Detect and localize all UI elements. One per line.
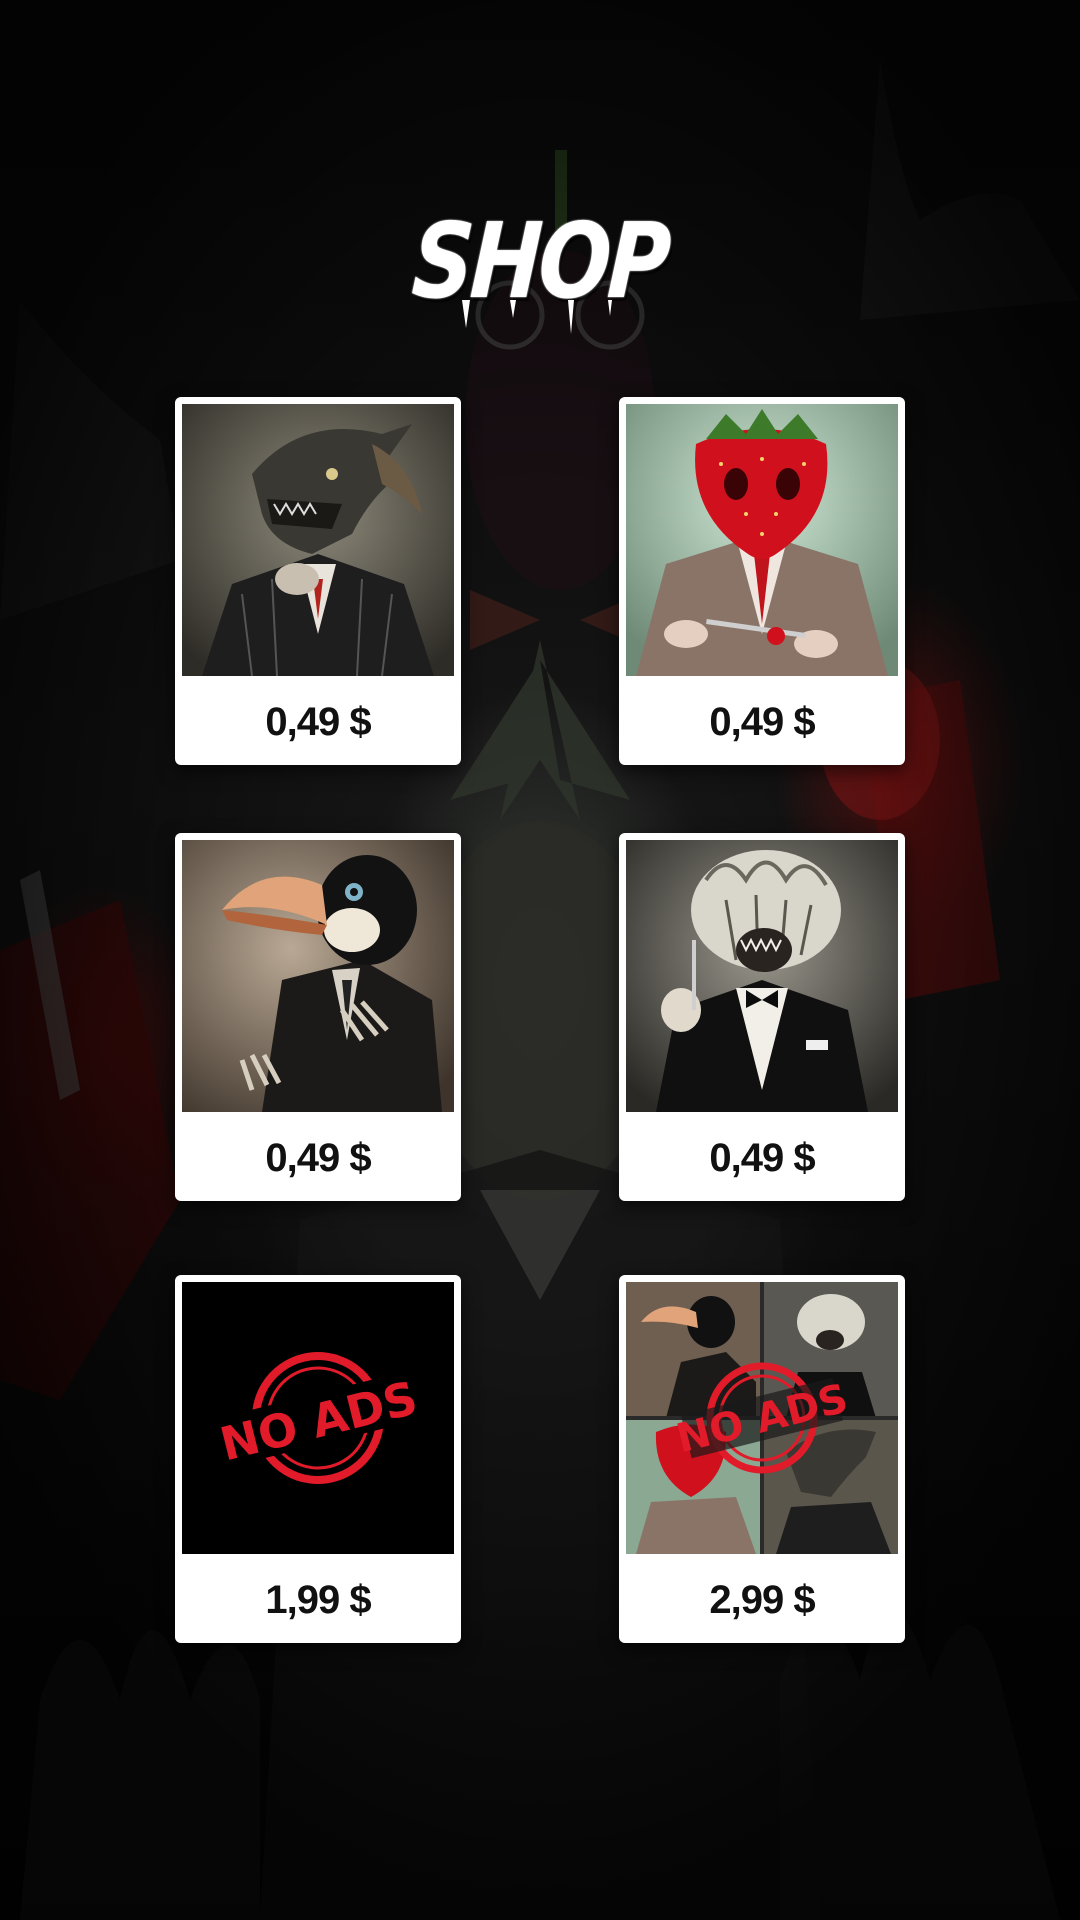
shop-item-toucan[interactable]: 0,49 $ — [175, 833, 461, 1201]
toucan-suit-portrait-image — [182, 840, 454, 1112]
shop-item-dragon[interactable]: 0,49 $ — [175, 397, 461, 765]
dragon-suit-portrait-image — [182, 404, 454, 676]
shop-item-strawberry[interactable]: 0,49 $ — [619, 397, 905, 765]
shop-item-bundle[interactable]: NO ADS 2,99 $ — [619, 1275, 905, 1643]
price-label: 0,49 $ — [265, 1136, 371, 1180]
shop-item-no-ads[interactable]: NO ADS 1,99 $ — [175, 1275, 461, 1643]
price-label: 0,49 $ — [709, 1136, 815, 1180]
strawberry-suit-portrait-image — [626, 404, 898, 676]
bundle-collage-image: NO ADS — [626, 1282, 898, 1554]
price-label: 0,49 $ — [709, 700, 815, 744]
shop-item-cabbage[interactable]: 0,49 $ — [619, 833, 905, 1201]
title-drip-decoration — [462, 300, 612, 334]
price-label: 1,99 $ — [265, 1578, 371, 1622]
price-label: 0,49 $ — [265, 700, 371, 744]
no-ads-stamp-image: NO ADS — [182, 1282, 454, 1554]
shop-screen: SHOP 0,49 $ 0,49 $ 0,49 $ 0,49 $ NO ADS … — [0, 0, 1080, 1920]
cabbage-tuxedo-portrait-image — [626, 840, 898, 1112]
price-label: 2,99 $ — [709, 1578, 815, 1622]
